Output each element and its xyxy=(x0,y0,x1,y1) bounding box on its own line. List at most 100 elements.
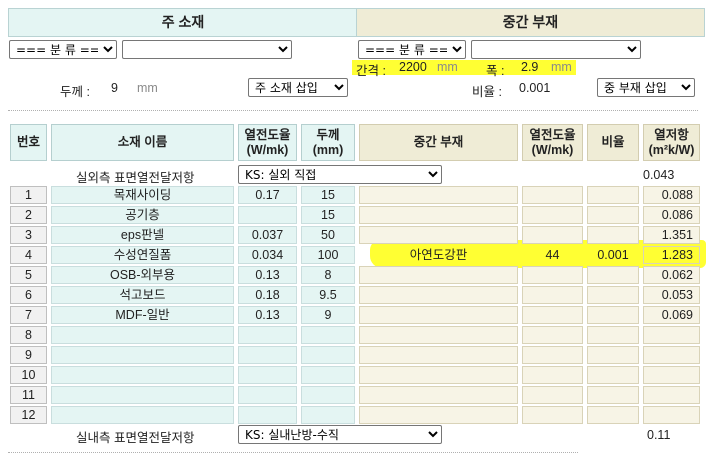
material-name-cell[interactable]: 공기층 xyxy=(51,206,234,224)
mid-conductivity-cell[interactable] xyxy=(522,226,583,244)
inside-surface-select[interactable]: KS: 실내난방-수직 xyxy=(238,425,442,444)
row-number: 10 xyxy=(10,366,47,384)
mid-member-cell[interactable] xyxy=(359,186,518,204)
ratio-cell[interactable] xyxy=(587,266,639,284)
width-value[interactable]: 2.9 xyxy=(521,60,538,74)
mid-conductivity-cell[interactable] xyxy=(522,306,583,324)
thickness-cell[interactable]: 50 xyxy=(301,226,355,244)
ratio-cell[interactable] xyxy=(587,366,639,384)
spacing-value[interactable]: 2200 xyxy=(399,60,427,74)
material-name-cell[interactable] xyxy=(51,386,234,404)
resistance-cell[interactable] xyxy=(643,326,700,344)
mid-conductivity-cell[interactable] xyxy=(522,266,583,284)
ratio-cell[interactable] xyxy=(587,326,639,344)
mid-member-cell[interactable] xyxy=(359,346,518,364)
row-number: 9 xyxy=(10,346,47,364)
resistance-cell[interactable]: 0.086 xyxy=(643,206,700,224)
mid-conductivity-cell[interactable] xyxy=(522,186,583,204)
material-name-cell[interactable]: MDF-일반 xyxy=(51,306,234,324)
ratio-cell[interactable] xyxy=(587,306,639,324)
thickness-cell[interactable]: 9.5 xyxy=(301,286,355,304)
material-name-cell[interactable] xyxy=(51,406,234,424)
material-name-cell[interactable]: 목재사이딩 xyxy=(51,186,234,204)
ratio-cell[interactable] xyxy=(587,406,639,424)
spacing-unit: mm xyxy=(437,60,458,74)
mid-member-cell[interactable] xyxy=(359,386,518,404)
resistance-cell[interactable]: 0.088 xyxy=(643,186,700,204)
conductivity-cell[interactable] xyxy=(238,326,297,344)
mid-member-cell[interactable] xyxy=(359,286,518,304)
ratio-cell[interactable]: 0.001 xyxy=(587,246,639,264)
mid-conductivity-cell[interactable] xyxy=(522,346,583,364)
material-name-cell[interactable] xyxy=(51,346,234,364)
resistance-cell[interactable]: 0.062 xyxy=(643,266,700,284)
resistance-cell[interactable]: 1.283 xyxy=(643,246,700,264)
resistance-cell[interactable] xyxy=(643,386,700,404)
mid-member-cell[interactable] xyxy=(359,326,518,344)
mid-member-cell[interactable]: 아연도강판 xyxy=(359,246,518,264)
mid-member-cell[interactable] xyxy=(359,226,518,244)
thickness-cell[interactable] xyxy=(301,406,355,424)
conductivity-cell[interactable]: 0.13 xyxy=(238,266,297,284)
thickness-cell[interactable] xyxy=(301,386,355,404)
mid-member-cell[interactable] xyxy=(359,406,518,424)
thickness-cell[interactable]: 15 xyxy=(301,206,355,224)
ratio-cell[interactable] xyxy=(587,226,639,244)
thickness-cell[interactable]: 9 xyxy=(301,306,355,324)
ratio-cell[interactable] xyxy=(587,346,639,364)
mid-conductivity-cell[interactable] xyxy=(522,366,583,384)
mid-conductivity-cell[interactable] xyxy=(522,206,583,224)
ratio-cell[interactable] xyxy=(587,286,639,304)
conductivity-cell[interactable]: 0.037 xyxy=(238,226,297,244)
mid-member-cell[interactable] xyxy=(359,306,518,324)
conductivity-cell[interactable] xyxy=(238,206,297,224)
thickness-cell[interactable]: 15 xyxy=(301,186,355,204)
mid-item-select[interactable] xyxy=(471,40,641,59)
ratio-cell[interactable] xyxy=(587,186,639,204)
insert-mid-select[interactable]: 중 부재 삽입 xyxy=(597,78,695,97)
resistance-cell[interactable] xyxy=(643,366,700,384)
resistance-cell[interactable] xyxy=(643,346,700,364)
thickness-cell[interactable] xyxy=(301,326,355,344)
thickness-cell[interactable] xyxy=(301,366,355,384)
material-name-cell[interactable] xyxy=(51,326,234,344)
resistance-cell[interactable]: 0.053 xyxy=(643,286,700,304)
material-name-cell[interactable]: eps판넬 xyxy=(51,226,234,244)
main-item-select[interactable] xyxy=(122,40,292,59)
conductivity-cell[interactable] xyxy=(238,406,297,424)
material-name-cell[interactable]: 석고보드 xyxy=(51,286,234,304)
outside-surface-value: 0.043 xyxy=(643,168,675,182)
resistance-cell[interactable]: 0.069 xyxy=(643,306,700,324)
insert-main-select[interactable]: 주 소재 삽입 xyxy=(248,78,348,97)
mid-category-select[interactable]: === 분 류 === xyxy=(358,40,466,59)
mid-member-cell[interactable] xyxy=(359,266,518,284)
mid-member-cell[interactable] xyxy=(359,366,518,384)
conductivity-cell[interactable]: 0.18 xyxy=(238,286,297,304)
outside-surface-select[interactable]: KS: 실외 직접 xyxy=(238,165,442,184)
ratio-value[interactable]: 0.001 xyxy=(519,81,550,95)
material-name-cell[interactable] xyxy=(51,366,234,384)
mid-conductivity-cell[interactable] xyxy=(522,386,583,404)
conductivity-cell[interactable]: 0.13 xyxy=(238,306,297,324)
mid-conductivity-cell[interactable] xyxy=(522,406,583,424)
mid-conductivity-cell[interactable]: 44 xyxy=(522,246,583,264)
material-name-cell[interactable]: OSB-외부용 xyxy=(51,266,234,284)
thickness-cell[interactable]: 100 xyxy=(301,246,355,264)
ratio-cell[interactable] xyxy=(587,206,639,224)
conductivity-cell[interactable] xyxy=(238,386,297,404)
resistance-cell[interactable]: 1.351 xyxy=(643,226,700,244)
conductivity-cell[interactable] xyxy=(238,346,297,364)
thickness-value[interactable]: 9 xyxy=(111,81,118,95)
conductivity-cell[interactable] xyxy=(238,366,297,384)
conductivity-cell[interactable]: 0.034 xyxy=(238,246,297,264)
thickness-cell[interactable]: 8 xyxy=(301,266,355,284)
resistance-cell[interactable] xyxy=(643,406,700,424)
main-category-select[interactable]: === 분 류 === xyxy=(9,40,117,59)
mid-conductivity-cell[interactable] xyxy=(522,286,583,304)
thickness-cell[interactable] xyxy=(301,346,355,364)
conductivity-cell[interactable]: 0.17 xyxy=(238,186,297,204)
material-name-cell[interactable]: 수성연질폼 xyxy=(51,246,234,264)
mid-member-cell[interactable] xyxy=(359,206,518,224)
ratio-cell[interactable] xyxy=(587,386,639,404)
mid-conductivity-cell[interactable] xyxy=(522,326,583,344)
